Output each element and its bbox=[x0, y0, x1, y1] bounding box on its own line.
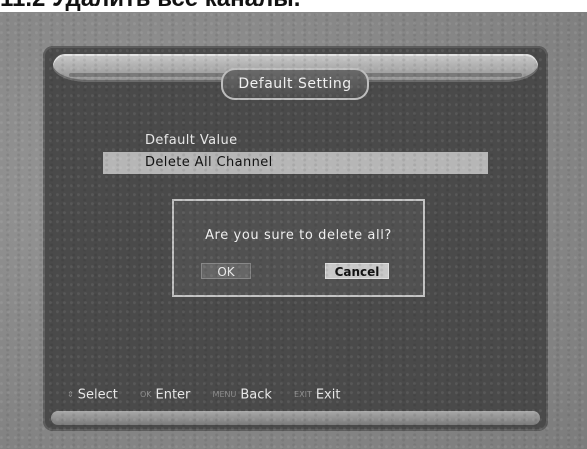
page-caption: 11.2 Удалить все каналы. bbox=[0, 0, 587, 12]
screen-photo: Default Setting Default Value Delete All… bbox=[0, 12, 587, 449]
confirm-dialog: Are you sure to delete all? OK Cancel bbox=[172, 199, 425, 297]
footer-enter: OK Enter bbox=[140, 385, 190, 406]
dialog-message: Are you sure to delete all? bbox=[205, 228, 392, 243]
exit-key-icon: EXIT bbox=[294, 390, 312, 399]
ok-key-icon: OK bbox=[139, 390, 152, 399]
cancel-button[interactable]: Cancel bbox=[325, 263, 389, 279]
footer-back-label: Back bbox=[240, 387, 272, 403]
footer-help: ⇕ Select OK Enter MENU Back EXIT Exit bbox=[67, 385, 527, 405]
footer-enter-label: Enter bbox=[155, 387, 191, 403]
footer-exit-label: Exit bbox=[315, 387, 341, 403]
window-title: Default Setting bbox=[221, 68, 369, 100]
settings-menu: Default Value Delete All Channel bbox=[103, 130, 488, 174]
menu-item-default-value[interactable]: Default Value bbox=[103, 130, 488, 152]
footer-back: MENU Back bbox=[213, 385, 272, 406]
footer-select: ⇕ Select bbox=[67, 385, 118, 406]
footer-select-label: Select bbox=[77, 387, 118, 403]
osd-window: Default Setting Default Value Delete All… bbox=[43, 46, 548, 431]
ok-button[interactable]: OK bbox=[201, 263, 251, 279]
select-key-icon: ⇕ bbox=[67, 390, 74, 399]
menu-key-icon: MENU bbox=[212, 390, 237, 399]
footer-exit: EXIT Exit bbox=[294, 385, 340, 406]
menu-item-delete-all-channel[interactable]: Delete All Channel bbox=[103, 152, 488, 174]
bottom-bar bbox=[51, 411, 540, 425]
